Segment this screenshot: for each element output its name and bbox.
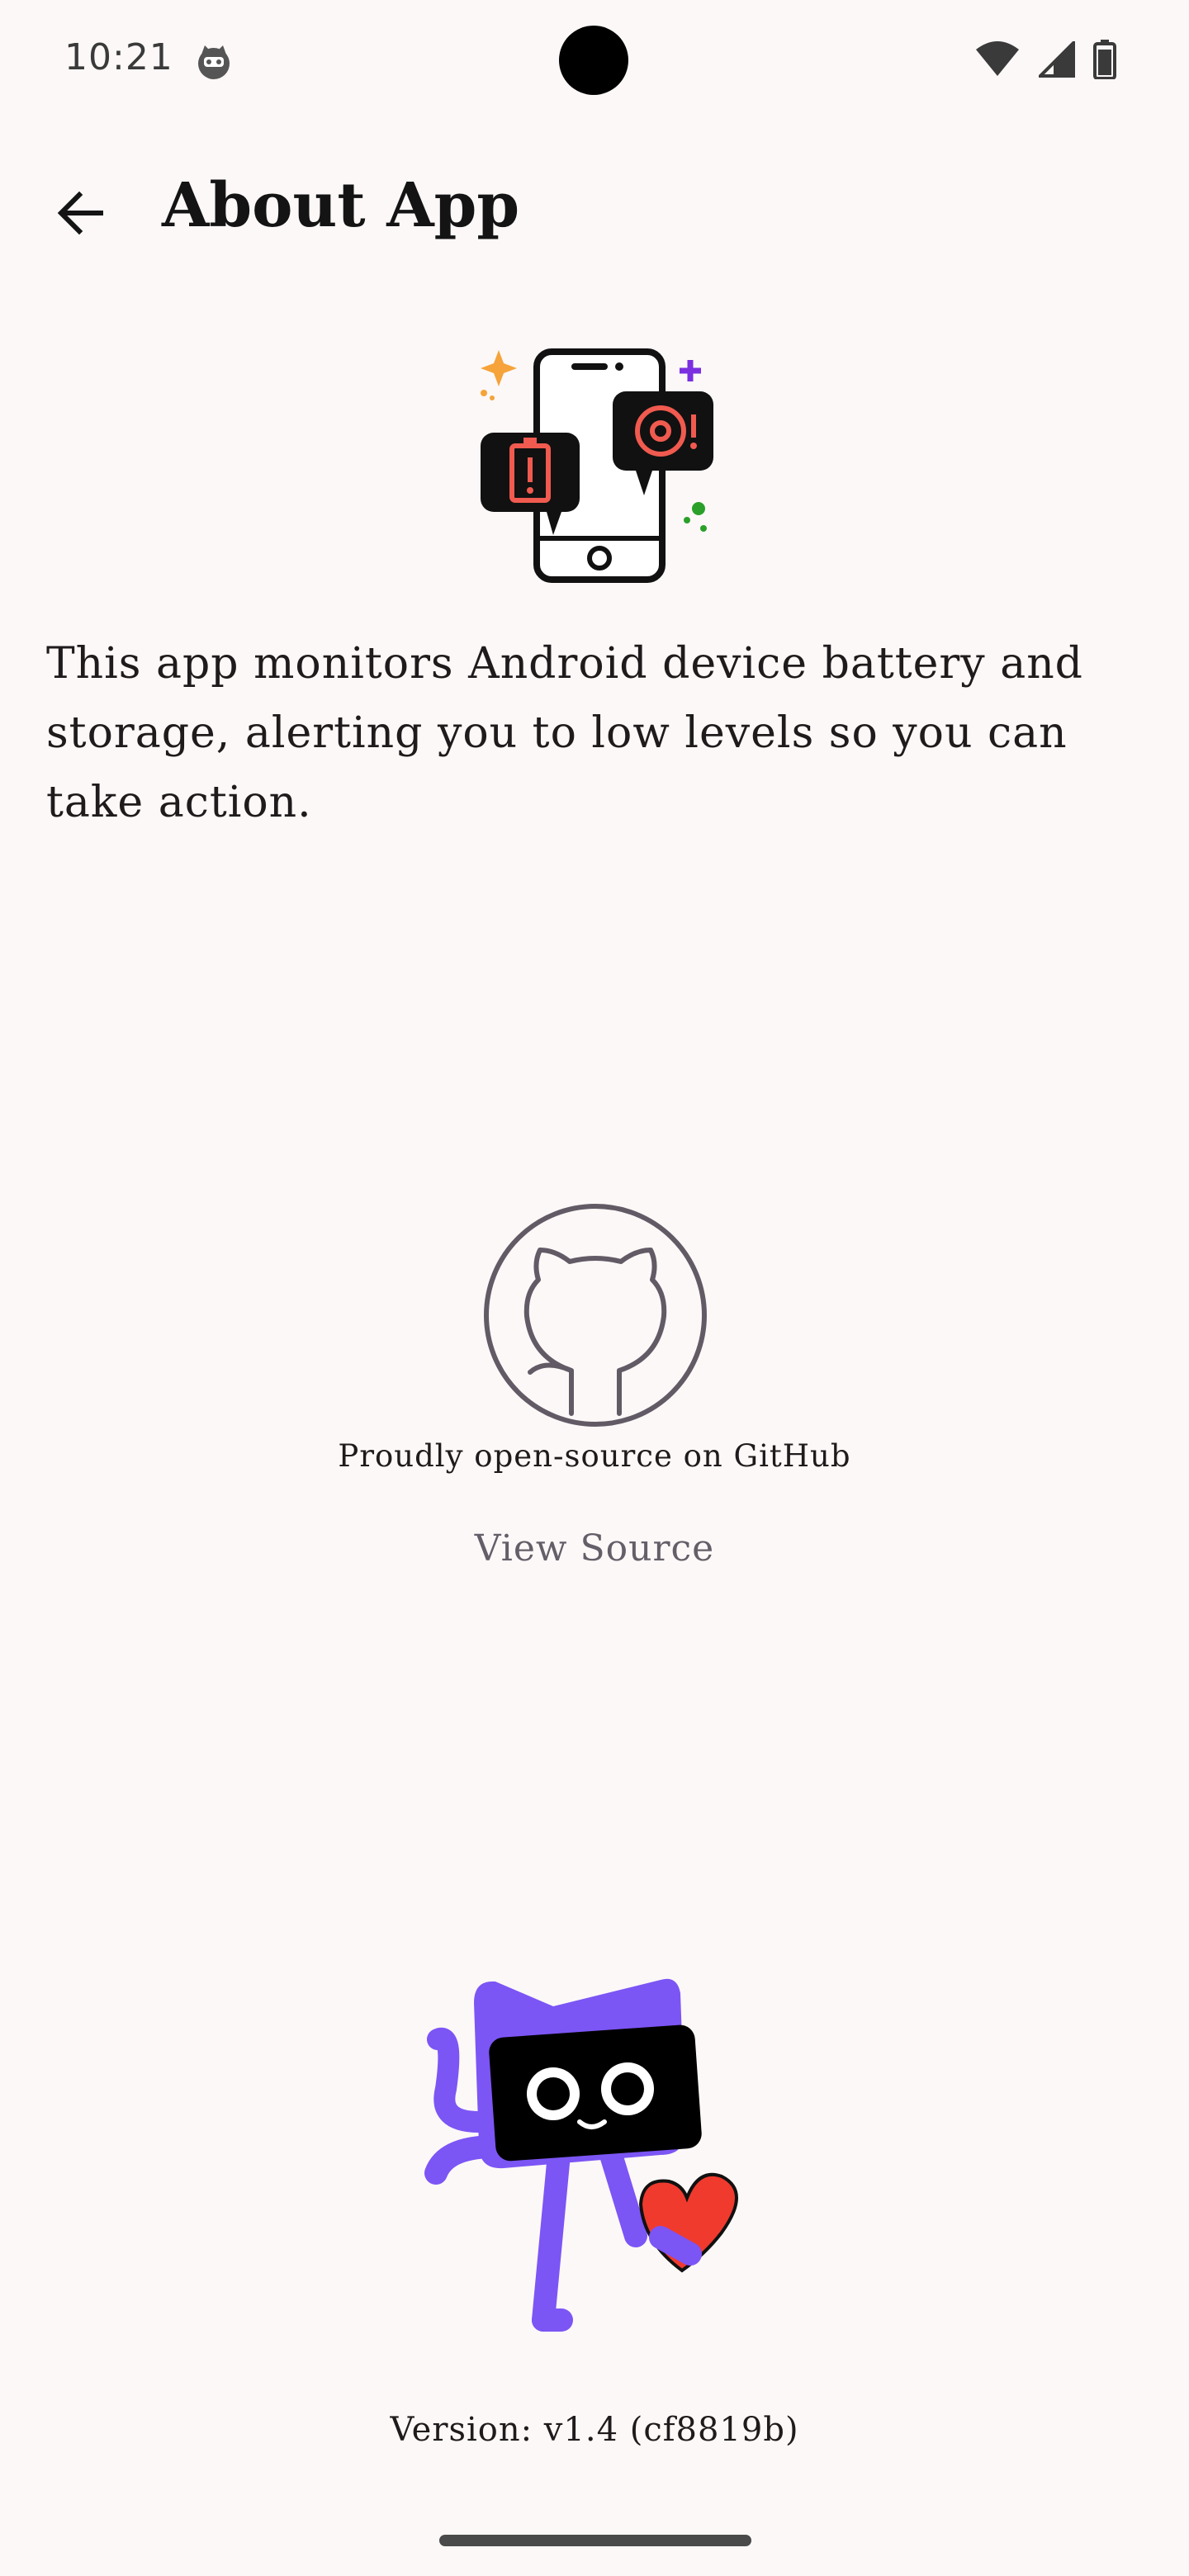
arrow-back-icon xyxy=(57,191,103,235)
camera-cutout xyxy=(559,26,628,95)
wifi-icon xyxy=(976,41,1019,76)
phone-alerts-illustration xyxy=(481,348,713,583)
about-description: This app monitors Android device battery… xyxy=(46,639,1083,827)
github-caption: Proudly open-source on GitHub xyxy=(338,1438,851,1474)
home-indicator[interactable] xyxy=(439,2535,751,2546)
view-source-button[interactable]: View Source xyxy=(429,1516,760,1582)
back-button[interactable] xyxy=(48,180,114,246)
status-time: 10:21 xyxy=(64,36,173,78)
page-title: About App xyxy=(162,170,520,241)
github-icon xyxy=(484,1204,707,1427)
status-bar: 10:21 xyxy=(0,0,1189,124)
cat-mascot-heart-illustration xyxy=(424,1978,738,2332)
status-icons xyxy=(974,40,1116,79)
cat-notification-icon xyxy=(198,45,230,79)
signal-icon xyxy=(1039,41,1075,78)
version-label: Version: v1.4 (cf8819b) xyxy=(390,2411,799,2449)
battery-icon xyxy=(1093,40,1116,79)
app-bar: About App xyxy=(0,149,1189,272)
